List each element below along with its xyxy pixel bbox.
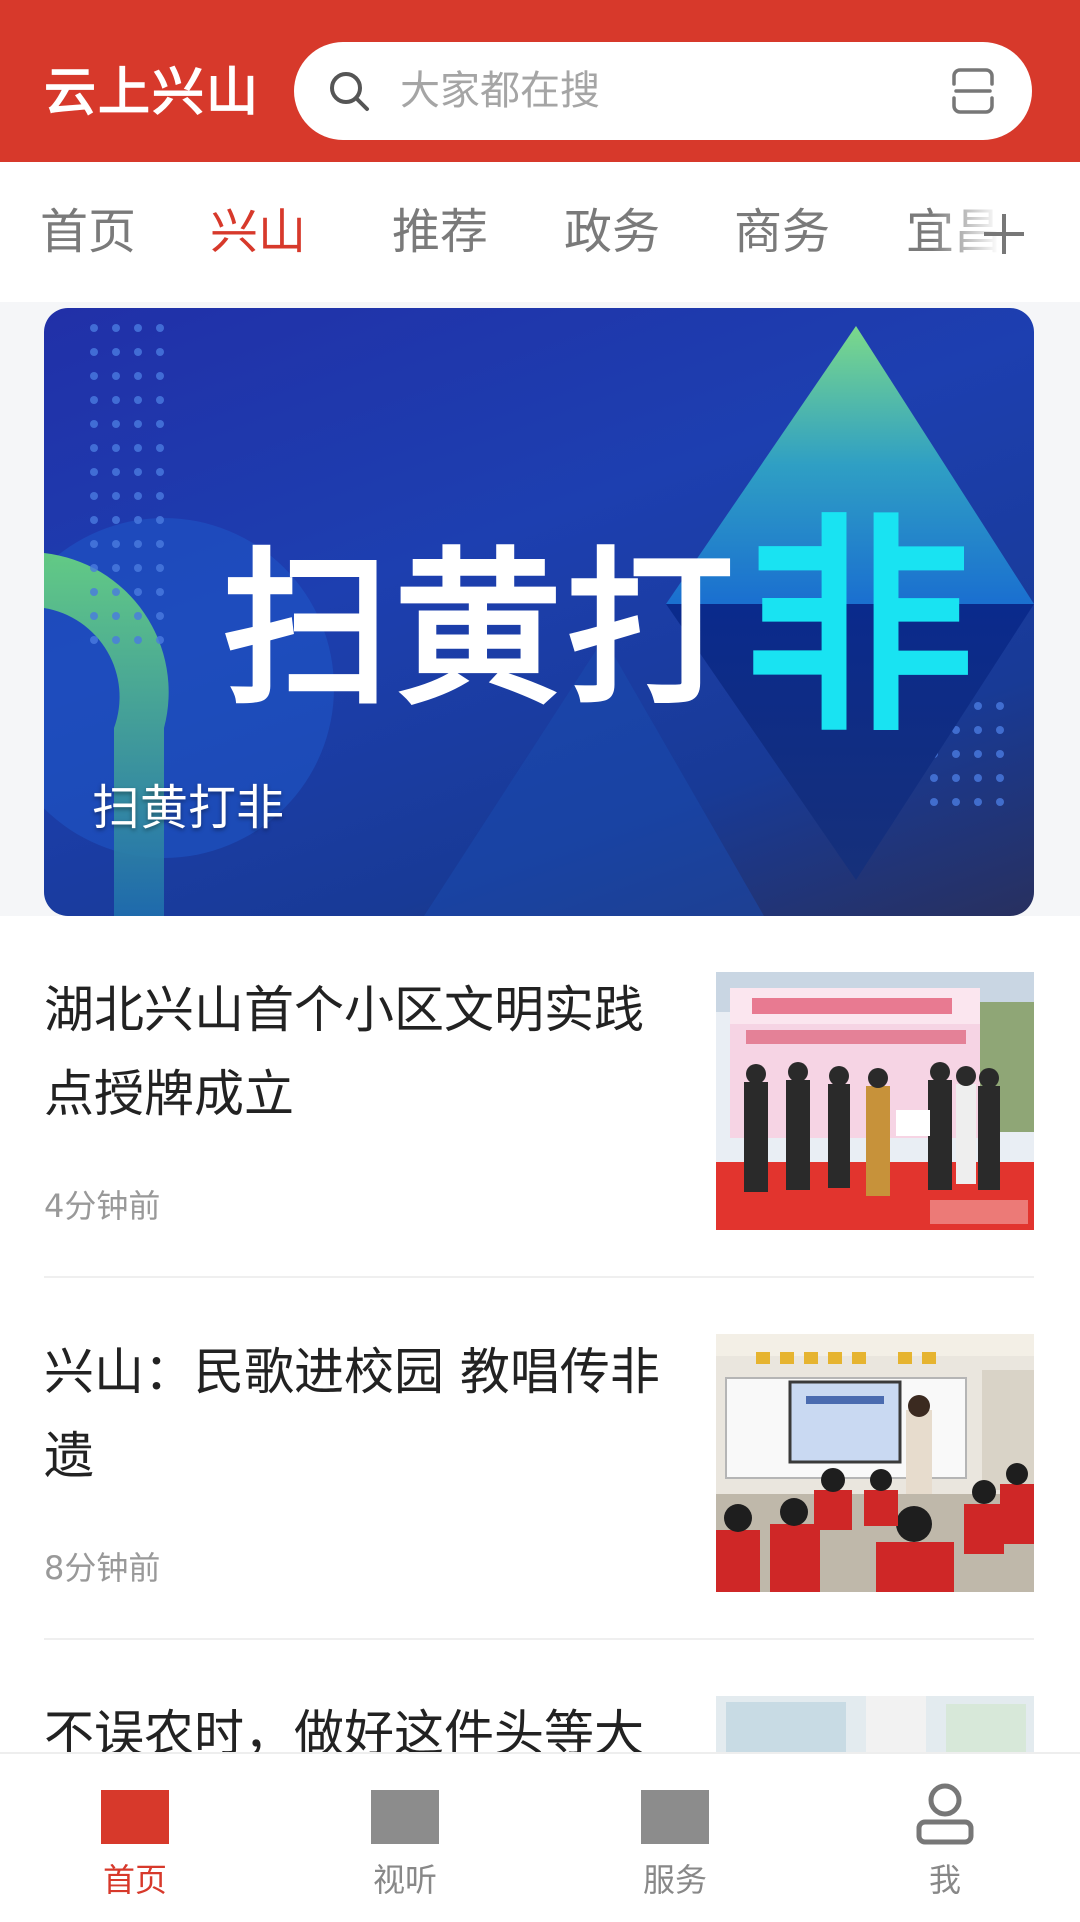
home-icon (101, 1790, 169, 1844)
news-title[interactable]: 不误农时，做好这件头等大 (44, 1692, 674, 1752)
news-time: 8分钟前 (44, 1549, 161, 1587)
nav-media[interactable]: 视听 (270, 1754, 540, 1922)
nav-home-label: 首页 (102, 1861, 167, 1899)
tab-xingshan[interactable]: 兴山 (210, 202, 306, 262)
banner-caption: 扫黄打非 (92, 780, 285, 836)
user-icon (916, 1783, 974, 1845)
scan-icon[interactable] (948, 66, 998, 116)
nav-me[interactable]: 我 (810, 1754, 1080, 1922)
news-item[interactable]: 湖北兴山首个小区文明实践点授牌成立 4分钟前 (44, 968, 1034, 1230)
app-title: 云上兴山 (44, 63, 261, 123)
search-input[interactable]: 大家都在搜 (294, 42, 1032, 140)
channel-tabs: 首页 兴山 推荐 政务 商务 宜昌 (0, 162, 1080, 302)
tab-recommend[interactable]: 推荐 (392, 202, 488, 262)
news-title[interactable]: 湖北兴山首个小区文明实践点授牌成立 (44, 968, 674, 1136)
tab-business[interactable]: 商务 (734, 202, 830, 262)
nav-me-label: 我 (928, 1861, 961, 1899)
news-time: 4分钟前 (44, 1187, 161, 1225)
nav-home[interactable]: 首页 (0, 1754, 270, 1922)
divider (44, 1276, 1034, 1278)
nav-service-label: 服务 (642, 1861, 707, 1899)
news-thumbnail[interactable] (716, 972, 1034, 1230)
news-photo (716, 1696, 1034, 1752)
search-placeholder: 大家都在搜 (400, 68, 600, 114)
news-thumbnail[interactable] (716, 1334, 1034, 1592)
classroom-photo (716, 1334, 1034, 1592)
featured-banner[interactable]: 扫黄打 非 扫黄打非 (44, 308, 1034, 916)
media-icon (371, 1790, 439, 1844)
banner-headline-accent: 非 (744, 496, 974, 763)
news-title[interactable]: 兴山：民歌进校园 教唱传非遗 (44, 1330, 674, 1498)
bottom-navigation: 首页 视听 服务 我 (0, 1752, 1080, 1920)
news-thumbnail[interactable] (716, 1696, 1034, 1752)
top-header: 云上兴山 大家都在搜 (0, 0, 1080, 162)
tab-home[interactable]: 首页 (40, 202, 136, 262)
search-icon (330, 72, 369, 111)
banner-area: 扫黄打 非 扫黄打非 (0, 302, 1080, 916)
plus-icon[interactable] (980, 210, 1028, 258)
banner-headline-main: 扫黄打 (222, 532, 738, 728)
divider (44, 1638, 1034, 1640)
service-icon (641, 1790, 709, 1844)
news-item[interactable]: 不误农时，做好这件头等大 (44, 1692, 1034, 1752)
news-item[interactable]: 兴山：民歌进校园 教唱传非遗 8分钟前 (44, 1330, 1034, 1592)
nav-service[interactable]: 服务 (540, 1754, 810, 1922)
ceremony-photo (716, 972, 1034, 1230)
tab-government[interactable]: 政务 (564, 202, 660, 262)
nav-media-label: 视听 (372, 1861, 437, 1899)
